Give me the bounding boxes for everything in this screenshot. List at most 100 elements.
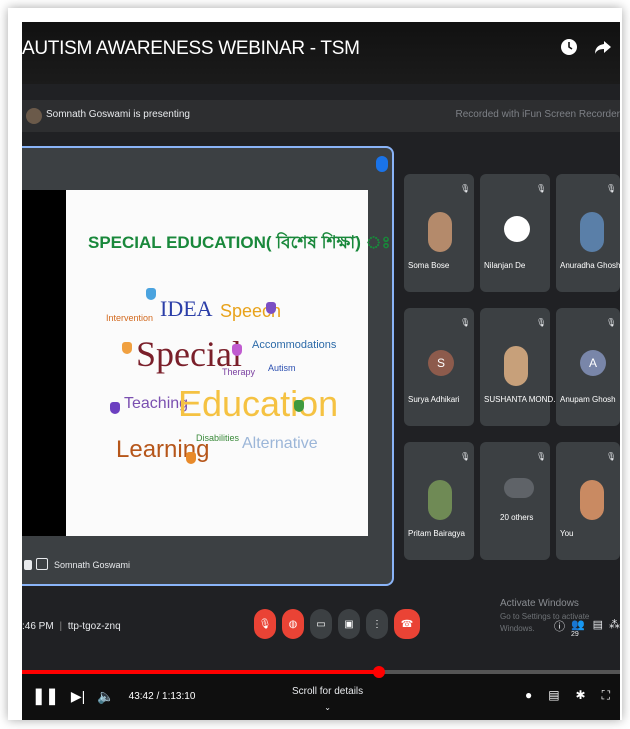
speaking-indicator-icon xyxy=(376,156,388,172)
participant-tile[interactable]: 🎙 Anuradha Ghosh xyxy=(556,174,620,292)
avatar: A xyxy=(580,350,606,376)
present-button[interactable]: ▣ xyxy=(338,609,360,639)
leave-call-button[interactable]: ☎ xyxy=(394,609,420,639)
hand-print-icon xyxy=(122,342,132,354)
mic-muted-icon: 🎙 xyxy=(536,184,547,193)
progress-scrubber[interactable] xyxy=(373,666,385,678)
stage-footer: Somnath Goswami xyxy=(22,548,392,584)
slide-title: SPECIAL EDUCATION( বিশেষ শিক্ষা) ঃ xyxy=(88,233,391,252)
pin-icon[interactable] xyxy=(24,560,32,570)
subtitles-icon[interactable]: ▤ xyxy=(548,688,559,703)
video-title[interactable]: AUTISM AWARENESS WEBINAR - TSM xyxy=(22,38,360,60)
clock-icon[interactable] xyxy=(558,36,580,58)
player-top-icons xyxy=(558,36,614,58)
participant-tile[interactable]: 🎙 Nilanjan De xyxy=(480,174,550,292)
participant-name: You xyxy=(560,529,574,538)
participant-tile[interactable]: 🎙 You xyxy=(556,442,620,560)
word-accommodations: Accommodations xyxy=(252,339,337,351)
word-idea: IDEA xyxy=(160,296,213,321)
avatar xyxy=(504,478,534,498)
captions-button[interactable]: ▭ xyxy=(310,609,332,639)
time-display: 43:42 / 1:13:10 xyxy=(128,690,196,702)
avatar xyxy=(580,212,604,252)
participant-tile[interactable]: 🎙 Pritam Bairagya xyxy=(404,442,474,560)
presentation-slide: SPECIAL EDUCATION( বিশেষ শিক্ষা) ঃ Inter… xyxy=(66,190,391,536)
avatar xyxy=(580,480,604,520)
avatar: S xyxy=(428,350,454,376)
hand-print-icon xyxy=(186,452,196,464)
fullscreen-exit-icon[interactable]: ⛶ xyxy=(602,688,610,703)
participant-name: 20 others xyxy=(500,513,534,522)
people-icon[interactable]: 👥29 xyxy=(571,618,587,644)
word-intervention: Intervention xyxy=(106,313,154,323)
hand-print-icon xyxy=(294,400,304,412)
activate-title: Activate Windows xyxy=(500,598,579,609)
hand-print-icon xyxy=(266,302,276,314)
camera-off-button[interactable]: ◍ xyxy=(282,609,304,639)
presenter-avatar xyxy=(26,108,42,124)
participant-name: Anuradha Ghosh xyxy=(560,261,620,270)
meeting-side-controls: ⓘ 👥29 ▤ ⁂ xyxy=(554,618,620,644)
participant-tile[interactable]: 🎙 SUSHANTA MOND... xyxy=(480,308,560,426)
mic-muted-icon: 🎙 xyxy=(460,184,471,193)
word-autism: Autism xyxy=(268,363,296,373)
mic-off-button[interactable]: 🎙 xyxy=(254,609,276,639)
player-controls: ❚❚ ▶| 🔈 43:42 / 1:13:10 Scroll for detai… xyxy=(22,666,620,720)
chevron-down-icon: ⌄ xyxy=(324,703,331,712)
next-icon[interactable]: ▶| xyxy=(71,688,85,705)
presenting-bar: Somnath Goswami is presenting Recorded w… xyxy=(22,100,620,132)
info-icon[interactable]: ⓘ xyxy=(554,618,565,644)
chat-icon[interactable]: ▤ xyxy=(593,618,603,644)
participant-tile[interactable]: 🎙 S Surya Adhikari xyxy=(404,308,474,426)
presentation-stage[interactable]: SPECIAL EDUCATION( বিশেষ শিক্ষা) ঃ Inter… xyxy=(22,146,394,586)
avatar xyxy=(428,480,452,520)
player-top-bar: AUTISM AWARENESS WEBINAR - TSM xyxy=(22,22,620,84)
progress-bar[interactable] xyxy=(22,666,620,678)
participant-name: Anupam Ghosh xyxy=(560,395,616,404)
hand-print-icon xyxy=(232,344,242,356)
avatar xyxy=(504,216,530,242)
word-disabilities: Disabilities xyxy=(196,433,240,443)
autoplay-toggle-icon[interactable]: ● xyxy=(525,688,532,703)
people-count: 29 xyxy=(571,631,579,638)
player-right-controls: ● ▤ ✱ ⛶ xyxy=(525,688,610,703)
mic-muted-icon: 🎙 xyxy=(460,318,471,327)
meeting-details: :46 PM | ttp-tgoz-znq xyxy=(22,621,121,632)
participant-name: Pritam Bairagya xyxy=(408,529,465,538)
activities-icon[interactable]: ⁂ xyxy=(609,618,620,644)
mic-muted-icon: 🎙 xyxy=(460,452,471,461)
playback-controls: ❚❚ ▶| 🔈 43:42 / 1:13:10 xyxy=(32,686,195,706)
participant-name: SUSHANTA MOND... xyxy=(484,395,560,404)
mic-muted-icon: 🎙 xyxy=(606,318,617,327)
hand-print-icon xyxy=(110,402,120,414)
word-therapy: Therapy xyxy=(222,367,256,377)
more-options-button[interactable]: ⋮ xyxy=(366,609,388,639)
mic-muted-icon: 🎙 xyxy=(606,452,617,461)
mic-muted-icon: 🎙 xyxy=(536,318,547,327)
participant-tile[interactable]: 🎙 Soma Bose xyxy=(404,174,474,292)
word-education: Education xyxy=(178,383,339,424)
word-alternative: Alternative xyxy=(242,435,318,452)
participant-name: Nilanjan De xyxy=(484,261,526,270)
share-icon[interactable] xyxy=(592,36,614,58)
video-player[interactable]: AUTISM AWARENESS WEBINAR - TSM Somnath G… xyxy=(22,22,620,720)
meeting-controls: 🎙 ◍ ▭ ▣ ⋮ ☎ xyxy=(254,609,420,639)
pause-icon[interactable]: ❚❚ xyxy=(32,686,59,706)
participant-tile[interactable]: 🎙 A Anupam Ghosh xyxy=(556,308,620,426)
hand-print-icon xyxy=(146,288,156,300)
scroll-hint-text: Scroll for details xyxy=(292,686,364,697)
presenting-text: Somnath Goswami is presenting xyxy=(46,109,190,120)
participant-name: Surya Adhikari xyxy=(408,395,460,404)
mic-muted-icon: 🎙 xyxy=(536,452,547,461)
participant-name: Soma Bose xyxy=(408,261,450,270)
settings-icon[interactable]: ✱ xyxy=(576,688,586,703)
slide-area: SPECIAL EDUCATION( বিশেষ শিক্ষা) ঃ Inter… xyxy=(22,190,391,536)
scroll-hint[interactable]: Scroll for details ⌄ xyxy=(292,686,363,712)
presenter-name: Somnath Goswami xyxy=(54,560,131,570)
mic-muted-icon: 🎙 xyxy=(606,184,617,193)
volume-icon[interactable]: 🔈 xyxy=(97,688,114,705)
recorder-watermark: Recorded with iFun Screen Recorder xyxy=(455,109,620,120)
progress-fill xyxy=(22,670,379,674)
screen-share-icon xyxy=(36,558,48,570)
participant-tile[interactable]: 🎙 20 others xyxy=(480,442,550,560)
